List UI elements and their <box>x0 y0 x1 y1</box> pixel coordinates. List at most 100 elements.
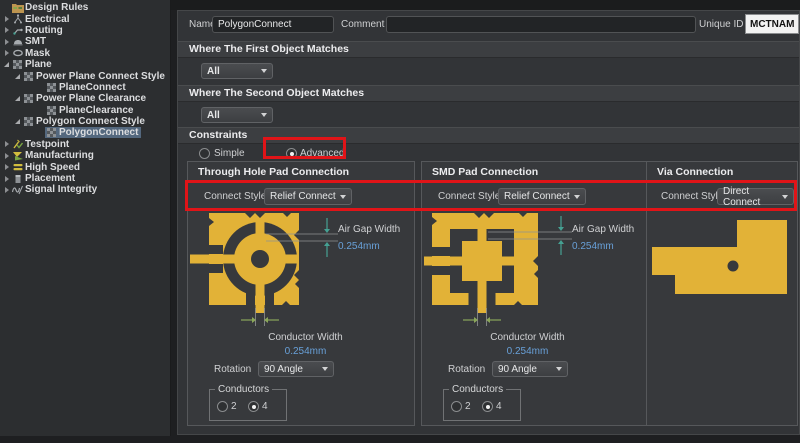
tree-collapse-icon[interactable] <box>13 96 22 101</box>
tree-item-label: PlaneConnect <box>58 82 126 93</box>
simple-radio[interactable] <box>199 148 210 159</box>
second-object-scope-value: All <box>207 110 220 121</box>
copper-pour-shape <box>652 220 787 294</box>
rules-tree-sidebar: Design RulesElectricalRoutingSMTMaskPlan… <box>0 0 171 436</box>
tree-item-label: Routing <box>24 25 63 36</box>
tree-item-label: SMT <box>24 36 46 47</box>
tree-item-design-rules[interactable]: Design Rules <box>0 2 170 13</box>
conductors-2-label[interactable]: 2 <box>231 401 237 412</box>
plane-icon <box>11 60 24 69</box>
tree-expand-icon[interactable] <box>2 164 11 170</box>
name-input[interactable] <box>212 16 334 33</box>
tree-item-label: Design Rules <box>24 2 88 13</box>
tree-item-planeconnect[interactable]: PlaneConnect <box>0 82 170 93</box>
tree-item-label: Polygon Connect Style <box>35 116 145 127</box>
via-connection-panel: Via Connection Connect Style Direct Conn… <box>646 161 798 426</box>
tree-item-power-plane-connect-style[interactable]: Power Plane Connect Style <box>0 70 170 81</box>
conductors-4-radio[interactable] <box>482 401 493 412</box>
routing-icon <box>11 25 24 35</box>
tree-item-high-speed[interactable]: High Speed <box>0 161 170 172</box>
tree-item-testpoint[interactable]: Testpoint <box>0 139 170 150</box>
tree-item-manufacturing[interactable]: Manufacturing <box>0 150 170 161</box>
second-object-matches-title: Where The Second Object Matches <box>189 87 364 99</box>
tree-item-polygon-connect-style[interactable]: Polygon Connect Style <box>0 116 170 127</box>
smd-connect-style-dropdown[interactable]: Relief Connect <box>498 188 586 205</box>
tree-expand-icon[interactable] <box>2 141 11 147</box>
tree-expand-icon[interactable] <box>2 176 11 182</box>
conductors-2-radio[interactable] <box>217 401 228 412</box>
rotation-value: 90 Angle <box>498 364 537 375</box>
tree-collapse-icon[interactable] <box>2 62 11 67</box>
conductors-2-label[interactable]: 2 <box>465 401 471 412</box>
tree-item-smt[interactable]: SMT <box>0 36 170 47</box>
tree-item-routing[interactable]: Routing <box>0 25 170 36</box>
tree-item-label: Power Plane Clearance <box>35 93 146 104</box>
mask-icon <box>11 48 24 58</box>
tree-expand-icon[interactable] <box>2 153 11 159</box>
tree-collapse-icon[interactable] <box>13 74 22 79</box>
conductor-width-label: Conductor Width <box>248 332 363 343</box>
rotation-label: Rotation <box>448 364 485 375</box>
through-hole-rotation-dropdown[interactable]: 90 Angle <box>258 361 334 377</box>
advanced-radio[interactable] <box>286 148 297 159</box>
via-connect-style-dropdown[interactable]: Direct Connect <box>717 188 794 205</box>
rule-icon <box>45 128 58 137</box>
signalintegrity-icon <box>11 185 24 195</box>
testpoint-icon <box>11 139 24 149</box>
dialog-top-strip <box>171 0 800 10</box>
tree-item-mask[interactable]: Mask <box>0 48 170 59</box>
rule-icon <box>22 94 35 103</box>
advanced-radio-label[interactable]: Advanced <box>300 148 344 159</box>
tree-item-label: PlaneClearance <box>58 105 134 116</box>
via-hole <box>728 261 739 272</box>
conductor-width-value: 0.254mm <box>248 346 363 357</box>
tree-item-placement[interactable]: Placement <box>0 173 170 184</box>
connect-style-label: Connect Style <box>204 191 266 202</box>
rule-icon <box>45 106 58 115</box>
rotation-label: Rotation <box>214 364 251 375</box>
tree-collapse-icon[interactable] <box>13 119 22 124</box>
connect-style-label: Connect Style <box>661 191 723 202</box>
first-object-scope-dropdown[interactable]: All <box>201 63 273 79</box>
tree-item-label: Mask <box>24 48 50 59</box>
tree-expand-icon[interactable] <box>2 187 11 193</box>
through-hole-connect-style-dropdown[interactable]: Relief Connect <box>264 188 352 205</box>
tree-item-label: Manufacturing <box>24 150 94 161</box>
rules-tree: Design RulesElectricalRoutingSMTMaskPlan… <box>0 2 170 196</box>
tree-item-signal-integrity[interactable]: Signal Integrity <box>0 184 170 195</box>
tree-item-polygonconnect[interactable]: PolygonConnect <box>0 127 170 138</box>
folder-icon <box>11 3 24 13</box>
conductors-4-label[interactable]: 4 <box>496 401 502 412</box>
tree-item-power-plane-clearance[interactable]: Power Plane Clearance <box>0 93 170 104</box>
unique-id-input[interactable] <box>745 14 799 34</box>
tree-item-plane[interactable]: Plane <box>0 59 170 70</box>
manufacturing-icon <box>11 151 24 161</box>
tree-expand-icon[interactable] <box>2 50 11 56</box>
conductor-width-value: 0.254mm <box>470 346 585 357</box>
tree-expand-icon[interactable] <box>2 16 11 22</box>
conductors-4-label[interactable]: 4 <box>262 401 268 412</box>
rule-editor-main: Name Comment Unique ID Where The First O… <box>177 10 800 435</box>
tree-item-label: Signal Integrity <box>24 184 97 195</box>
comment-input[interactable] <box>386 16 696 33</box>
tree-item-label: PolygonConnect <box>58 127 138 138</box>
first-object-matches-header: Where The First Object Matches <box>178 41 799 58</box>
conductors-label: Conductors <box>449 384 506 395</box>
second-object-scope-dropdown[interactable]: All <box>201 107 273 123</box>
comment-label: Comment <box>341 19 384 30</box>
placement-icon <box>11 174 24 184</box>
through-hole-connect-style-value: Relief Connect <box>270 191 336 202</box>
conductors-2-radio[interactable] <box>451 401 462 412</box>
tree-item-electrical[interactable]: Electrical <box>0 13 170 24</box>
design-rules-dialog: Design RulesElectricalRoutingSMTMaskPlan… <box>0 0 800 443</box>
conductors-4-radio[interactable] <box>248 401 259 412</box>
tree-item-planeclearance[interactable]: PlaneClearance <box>0 105 170 116</box>
simple-radio-label[interactable]: Simple <box>214 148 245 159</box>
rule-icon <box>45 83 58 92</box>
smd-rotation-dropdown[interactable]: 90 Angle <box>492 361 568 377</box>
tree-expand-icon[interactable] <box>2 27 11 33</box>
rotation-value: 90 Angle <box>264 364 303 375</box>
tree-expand-icon[interactable] <box>2 39 11 45</box>
via-panel-title: Via Connection <box>647 162 797 182</box>
constraints-title: Constraints <box>189 129 247 141</box>
